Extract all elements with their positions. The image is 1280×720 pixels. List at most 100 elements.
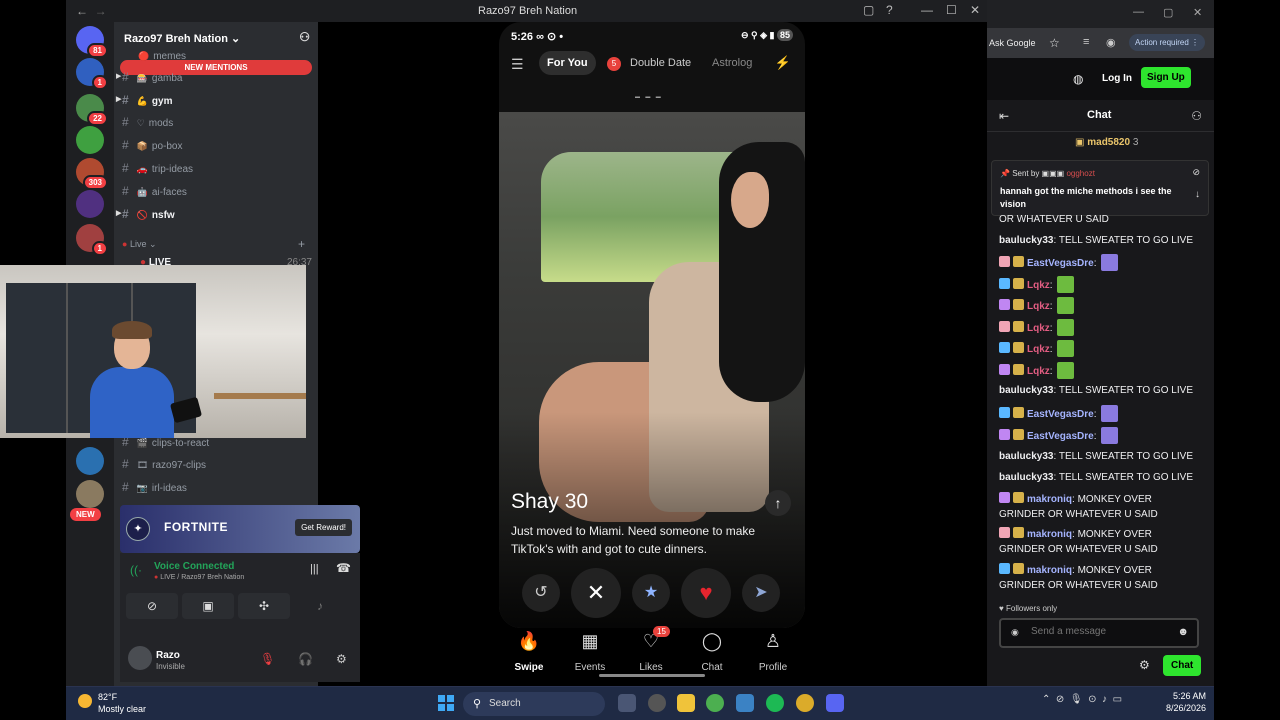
channel-po-box[interactable]: # 📦 po-box [122, 137, 182, 153]
expand-profile-button[interactable]: ↑ [765, 490, 791, 516]
server-icon[interactable]: 1 [76, 58, 108, 90]
rewind-button[interactable]: ↺ [522, 574, 560, 612]
chrome-canary-icon[interactable] [796, 694, 814, 712]
chat-username[interactable]: makroniq [1027, 565, 1072, 576]
activities-button[interactable]: ✣ [238, 593, 290, 619]
chat-username[interactable]: Lqkz [1027, 344, 1050, 355]
server-icon[interactable]: 303 [76, 158, 108, 190]
close-button[interactable]: ✕ [1193, 6, 1202, 19]
category-live[interactable]: ● Live ⌄ + [122, 236, 305, 252]
globe-icon[interactable]: ◍ [1073, 72, 1083, 86]
hide-icon[interactable]: ⊘ [1192, 167, 1200, 178]
nav-swipe[interactable]: 🔥 Swipe [501, 628, 557, 673]
chat-send-button[interactable]: Chat [1163, 655, 1202, 676]
nav-back-button[interactable]: ← → [76, 4, 107, 18]
super-like-button[interactable]: ★ [632, 574, 670, 612]
signup-button[interactable]: Sign Up [1141, 67, 1191, 88]
person-add-icon[interactable]: ⚇ [299, 30, 310, 44]
chat-message[interactable]: baulucky33: TELL SWEATER TO GO LIVE [999, 449, 1199, 464]
screen-share-button[interactable]: ▣ [182, 593, 234, 619]
soundboard-button[interactable]: ♪ [294, 593, 346, 619]
server-icon[interactable] [76, 190, 104, 218]
chat-username[interactable]: baulucky33 [999, 451, 1053, 462]
chat-message[interactable]: makroniq: MONKEY OVER GRINDER OR WHATEVE… [999, 527, 1199, 557]
login-button[interactable]: Log In [1102, 73, 1132, 84]
nav-profile[interactable]: ♙ Profile [745, 628, 801, 673]
chat-username[interactable]: makroniq [1027, 494, 1072, 505]
like-button[interactable]: ♥ [681, 568, 731, 618]
add-channel-icon[interactable]: + [298, 236, 305, 252]
chat-username[interactable]: baulucky33 [999, 235, 1053, 246]
send-message-input[interactable] [1031, 626, 1171, 637]
bits-icon[interactable]: ◉ [1011, 627, 1019, 638]
nav-events[interactable]: ▦ Events [562, 628, 618, 673]
fortnite-promo[interactable]: ✦ FORTNITE Get Reward! [120, 505, 360, 553]
chat-message[interactable]: baulucky33: TELL SWEATER TO GO LIVE [999, 470, 1199, 485]
filter-icon[interactable]: ☰ [511, 56, 524, 73]
server-icon[interactable] [76, 126, 104, 154]
noise-suppression-icon[interactable]: ||| [310, 563, 319, 575]
chat-message[interactable]: baulucky33: TELL SWEATER TO GO LIVE [999, 233, 1199, 248]
chat-message[interactable]: makroniq: MONKEY OVER GRINDER OR WHATEVE… [999, 492, 1199, 522]
chat-message[interactable]: EastVegasDre: [999, 405, 1199, 422]
chat-message[interactable]: Lqkz: [999, 297, 1199, 314]
chrome-icon[interactable] [706, 694, 724, 712]
nav-chat[interactable]: ◯ Chat [684, 628, 740, 673]
minimize-button[interactable]: — [921, 3, 933, 17]
expand-down-icon[interactable]: ↓ [1195, 189, 1200, 200]
chat-message[interactable]: Lqkz: [999, 276, 1199, 293]
collapse-chat-icon[interactable]: ⇤ [999, 109, 1009, 123]
chat-message[interactable]: makroniq: MONKEY OVER GRINDER OR WHATEVE… [999, 563, 1199, 593]
community-icon[interactable]: ⚇ [1191, 109, 1202, 123]
channel-trip-ideas[interactable]: # 🚗 trip-ideas [122, 160, 193, 176]
chat-message[interactable]: baulucky33: TELL SWEATER TO GO LIVE [999, 383, 1199, 398]
headphones-muted-icon[interactable]: 🎧 [298, 652, 313, 666]
server-icon[interactable] [76, 447, 104, 475]
inbox-icon[interactable]: ▢ [863, 3, 874, 17]
action-required-button[interactable]: Action required ⋮ [1129, 34, 1206, 51]
chat-message[interactable]: EastVegasDre: [999, 427, 1199, 444]
chat-message[interactable]: OR WHATEVER U SAID [999, 212, 1199, 227]
settings-gear-icon[interactable]: ⚙ [336, 652, 347, 666]
chat-username[interactable]: EastVegasDre [1027, 258, 1094, 269]
system-tray[interactable]: ⌃ ⊘ 🎙 ⊙ ♪ ▭ [1042, 694, 1122, 705]
help-icon[interactable]: ? [886, 3, 893, 17]
chat-username[interactable]: Lqkz [1027, 301, 1050, 312]
tab-double-date[interactable]: Double Date [630, 57, 691, 69]
chat-username[interactable]: EastVegasDre [1027, 431, 1094, 442]
windows-start-icon[interactable] [438, 695, 454, 711]
channel-razo97-clips[interactable]: # 🎞 razo97-clips [122, 456, 206, 472]
server-icon[interactable]: 22 [76, 94, 108, 126]
chat-username[interactable]: baulucky33 [999, 385, 1053, 396]
chat-message[interactable]: Lqkz: [999, 340, 1199, 357]
chat-username[interactable]: Lqkz [1027, 366, 1050, 377]
camera-off-button[interactable]: ⊘ [126, 593, 178, 619]
ask-google-button[interactable]: Ask Google [989, 38, 1036, 48]
file-explorer-icon[interactable] [677, 694, 695, 712]
clock[interactable]: 5:26 AM 8/26/2026 [1158, 691, 1206, 713]
chat-message[interactable]: EastVegasDre: [999, 254, 1199, 271]
minimize-button[interactable]: — [1133, 6, 1144, 18]
chat-username[interactable]: baulucky33 [999, 472, 1053, 483]
photos-icon[interactable] [736, 694, 754, 712]
channel-irl-ideas[interactable]: # 📷 irl-ideas [122, 479, 187, 495]
maximize-button[interactable]: ☐ [946, 3, 957, 17]
channel-gamba[interactable]: ▶ # 🎰 gamba [116, 69, 182, 85]
avatar[interactable] [128, 646, 152, 670]
maximize-button[interactable]: ▢ [1163, 6, 1173, 19]
channel-memes[interactable]: 🔴 memes [138, 48, 186, 64]
server-icon[interactable]: 1 [76, 224, 108, 256]
tab-search-icon[interactable]: ≡ [1083, 36, 1089, 48]
spotify-icon[interactable] [766, 694, 784, 712]
voice-channel[interactable]: ● LIVE / Razo97 Breh Nation [154, 574, 244, 581]
nope-button[interactable]: ✕ [571, 568, 621, 618]
tab-for-you[interactable]: For You [539, 51, 596, 75]
disconnect-icon[interactable]: ☎ [336, 561, 351, 575]
tab-astrology[interactable]: Astrolog [712, 57, 752, 69]
file-icon[interactable] [618, 694, 636, 712]
boost-icon[interactable]: ⚡ [775, 55, 791, 71]
pinned-message[interactable]: 📌 Sent by ▣▣▣ ogghozt ⊘ hannah got the m… [991, 160, 1209, 216]
profile-icon[interactable]: ◉ [1106, 36, 1116, 49]
discord-home-icon[interactable]: 81 [76, 26, 108, 58]
close-button[interactable]: ✕ [970, 3, 980, 17]
